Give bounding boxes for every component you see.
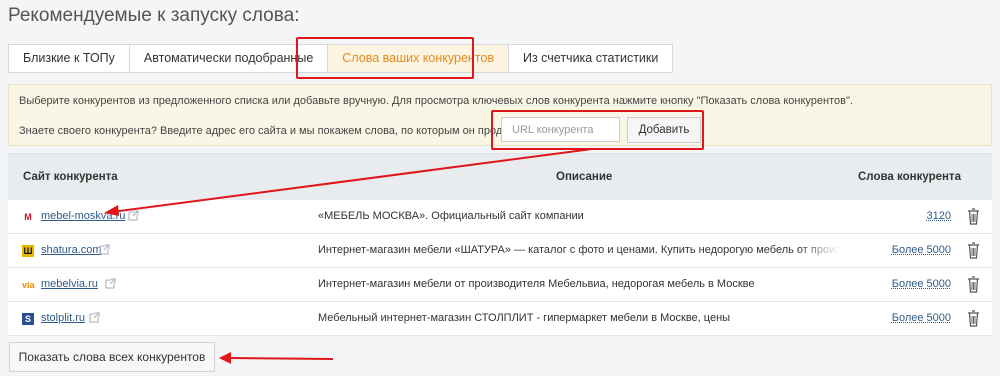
external-link-icon[interactable] <box>98 243 111 256</box>
mebelvia-logo-icon: via <box>22 280 35 290</box>
external-link-icon[interactable] <box>127 209 140 222</box>
show-all-competitor-words-button[interactable]: Показать слова всех конкурентов <box>9 342 215 372</box>
competitors-table: Сайт конкурента Описание Слова конкурент… <box>8 153 992 336</box>
header-words: Слова конкурента <box>858 171 961 183</box>
words-count-link[interactable]: 3120 <box>927 210 951 222</box>
mebel-moskva-logo-icon: М <box>24 212 32 222</box>
info-instructions: Выберите конкурентов из предложенного сп… <box>19 95 853 107</box>
site-description: Интернет-магазин мебели от производителя… <box>318 278 755 290</box>
table-header: Сайт конкурента Описание Слова конкурент… <box>8 153 992 200</box>
site-link[interactable]: mebelvia.ru <box>41 278 98 290</box>
site-description: «МЕБЕЛЬ МОСКВА». Официальный сайт компан… <box>318 210 584 222</box>
table-row: Ш shatura.com Интернет-магазин мебели «Ш… <box>8 234 992 268</box>
tab-highlight-frame <box>296 37 474 79</box>
words-count-link[interactable]: Более 5000 <box>892 312 951 324</box>
table-row: S stolplit.ru Мебельный интернет-магазин… <box>8 302 992 336</box>
table-row: М mebel-moskva.ru «МЕБЕЛЬ МОСКВА». Офици… <box>8 200 992 234</box>
words-count-link[interactable]: Более 5000 <box>892 244 951 256</box>
site-link[interactable]: stolplit.ru <box>41 312 85 324</box>
trash-icon[interactable] <box>967 276 980 293</box>
shatura-logo-icon: Ш <box>22 245 34 257</box>
external-link-icon[interactable] <box>104 277 117 290</box>
site-link[interactable]: mebel-moskva.ru <box>41 210 125 222</box>
trash-icon[interactable] <box>967 208 980 225</box>
site-link[interactable]: shatura.com <box>41 244 102 256</box>
description-fade <box>798 268 858 301</box>
trash-icon[interactable] <box>967 310 980 327</box>
description-fade <box>798 302 858 335</box>
stolplit-logo-icon: S <box>22 313 34 325</box>
external-link-icon[interactable] <box>88 311 101 324</box>
table-row: via mebelvia.ru Интернет-магазин мебели … <box>8 268 992 302</box>
info-add-prompt: Знаете своего конкурента? Введите адрес … <box>19 125 550 137</box>
header-site: Сайт конкурента <box>23 171 118 183</box>
tab-from-stats-counter[interactable]: Из счетчика статистики <box>507 44 674 73</box>
site-description: Мебельный интернет-магазин СТОЛПЛИТ - ги… <box>318 312 731 324</box>
add-highlight-frame <box>491 110 704 150</box>
page-title: Рекомендуемые к запуску слова: <box>8 5 300 26</box>
words-count-link[interactable]: Более 5000 <box>892 278 951 290</box>
description-fade <box>798 234 858 267</box>
site-description: Интернет-магазин мебели «ШАТУРА» — катал… <box>318 244 838 256</box>
description-fade <box>798 200 858 233</box>
trash-icon[interactable] <box>967 242 980 259</box>
tab-close-to-top[interactable]: Близкие к ТОПу <box>8 44 129 73</box>
header-description: Описание <box>556 171 613 183</box>
